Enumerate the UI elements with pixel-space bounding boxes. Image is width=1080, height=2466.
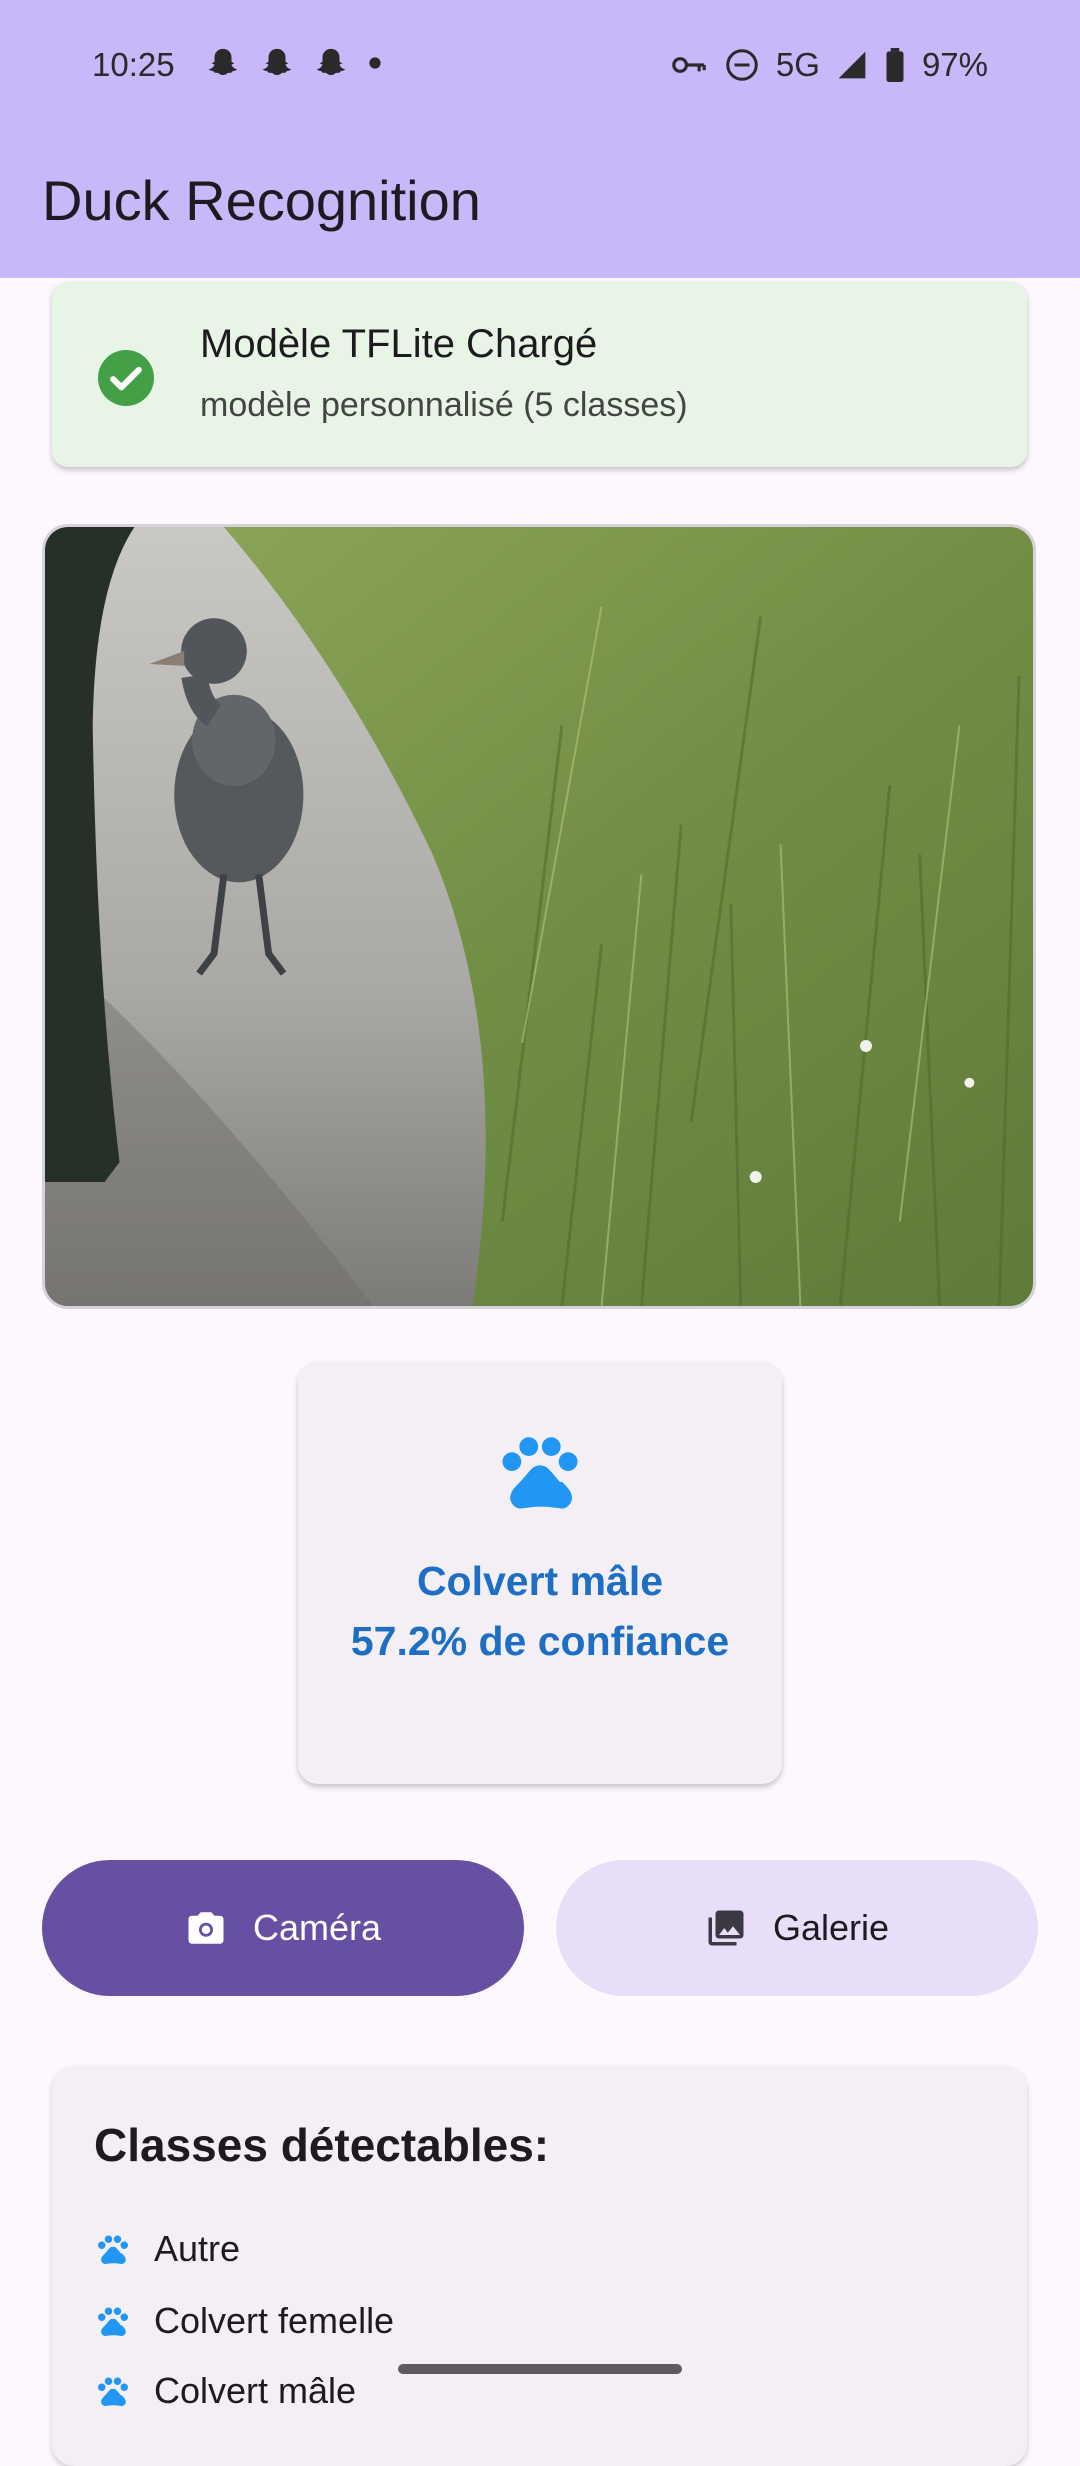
classes-title: Classes détectables: bbox=[94, 2119, 550, 2171]
camera-button-label: Caméra bbox=[252, 1907, 382, 1948]
gallery-icon bbox=[708, 1910, 744, 1946]
predicted-class-label: Colvert mâle bbox=[416, 1558, 664, 1604]
list-item: Colvert mâle bbox=[94, 2370, 356, 2412]
system-icons: 5G 97% bbox=[670, 46, 988, 84]
paw-icon bbox=[98, 2235, 128, 2265]
selected-duck-photo bbox=[42, 524, 1036, 1309]
vpn-key-icon bbox=[672, 57, 706, 73]
dot-icon bbox=[369, 57, 381, 69]
camera-button[interactable]: Caméra bbox=[42, 1860, 524, 1996]
ghost-icon bbox=[316, 48, 346, 76]
status-time: 10:25 bbox=[92, 46, 175, 83]
camera-icon bbox=[188, 1912, 224, 1944]
class-label: Colvert femelle bbox=[154, 2300, 395, 2341]
notification-icons bbox=[206, 46, 382, 80]
battery-label: 97% bbox=[921, 46, 988, 83]
list-item: Colvert femelle bbox=[94, 2300, 394, 2342]
gallery-button[interactable]: Galerie bbox=[556, 1860, 1038, 1996]
class-label: Colvert mâle bbox=[154, 2370, 357, 2411]
gallery-button-label: Galerie bbox=[772, 1907, 890, 1948]
gesture-home-bar[interactable] bbox=[398, 2364, 682, 2374]
list-item: Autre bbox=[94, 2228, 240, 2270]
page-title: Duck Recognition bbox=[42, 169, 481, 232]
model-status-title: Modèle TFLite Chargé bbox=[200, 322, 598, 366]
paw-icon bbox=[98, 2377, 128, 2407]
status-bar: 10:25 5G 97% bbox=[0, 40, 1080, 96]
paw-icon bbox=[502, 1437, 578, 1509]
do-not-disturb-icon bbox=[726, 49, 758, 81]
app-bar: 10:25 5G 97% Duck Recognition bbox=[0, 0, 1080, 278]
model-status-card: Modèle TFLite Chargé modèle personnalisé… bbox=[52, 282, 1027, 467]
paw-icon bbox=[98, 2307, 128, 2337]
model-status-subtitle: modèle personnalisé (5 classes) bbox=[200, 386, 688, 424]
confidence-label: 57.2% de confiance bbox=[350, 1618, 730, 1664]
prediction-result-card: Colvert mâle 57.2% de confiance bbox=[298, 1362, 782, 1784]
detectable-classes-card: Classes détectables: Autre Colvert femel… bbox=[52, 2066, 1027, 2466]
signal-icon bbox=[838, 51, 866, 79]
battery-icon bbox=[886, 48, 904, 82]
check-circle-icon bbox=[98, 350, 154, 406]
ghost-icon bbox=[208, 48, 238, 76]
class-label: Autre bbox=[154, 2228, 241, 2269]
network-label: 5G bbox=[775, 46, 820, 83]
ghost-icon bbox=[262, 48, 292, 76]
